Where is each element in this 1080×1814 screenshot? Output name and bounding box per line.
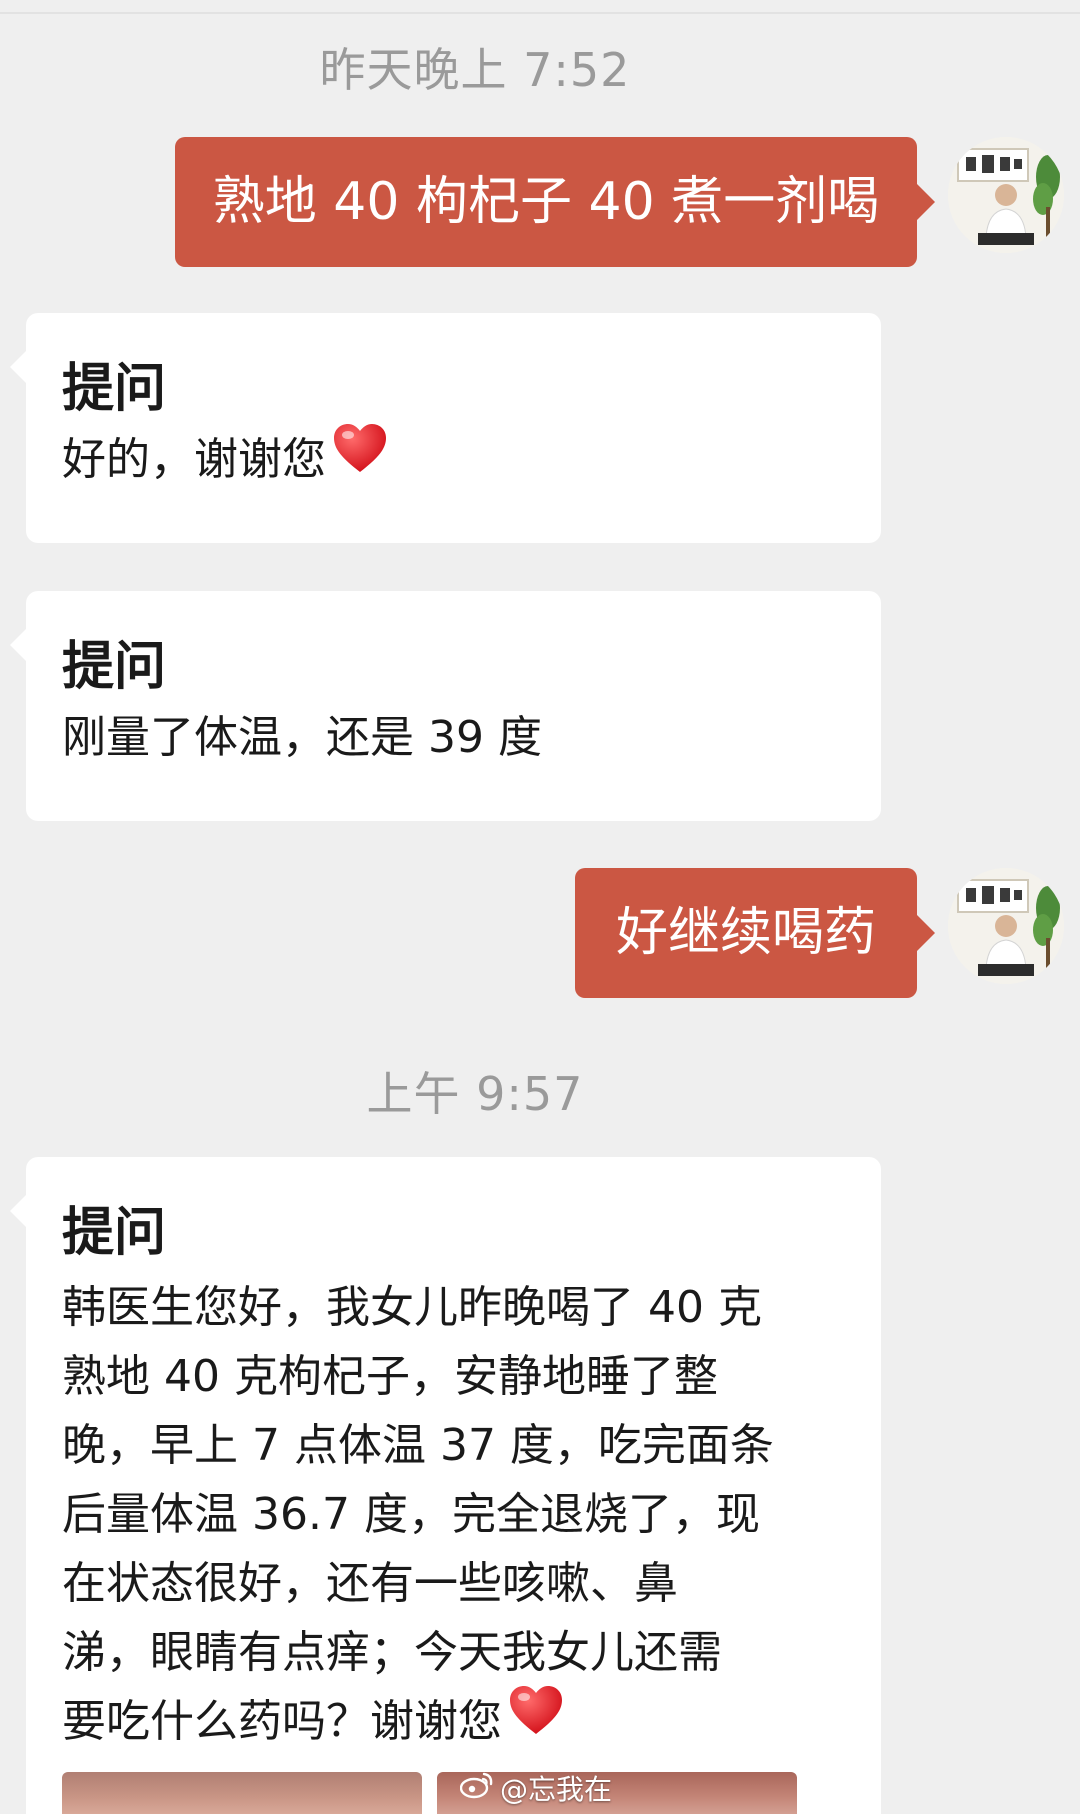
question-line: 要吃什么药吗？谢谢您 [62, 1696, 502, 1747]
question-title: 提问 [62, 637, 167, 697]
question-line: 熟地 40 克枸杞子，安静地睡了整 [62, 1351, 718, 1402]
question-line-last: 要吃什么药吗？谢谢您 [62, 1684, 841, 1756]
incoming-message-bubble[interactable]: 提问 好的，谢谢您 [10, 313, 881, 543]
timestamp: 昨天晚上 7:52 [319, 43, 631, 97]
question-line: 涕，眼睛有点痒；今天我女儿还需 [62, 1627, 722, 1678]
question-line: 在状态很好，还有一些咳嗽、鼻 [62, 1558, 678, 1609]
doctor-avatar[interactable] [948, 868, 1064, 984]
message-text: 好继续喝药 [615, 903, 876, 963]
heart-emoji-icon [332, 422, 388, 494]
weibo-icon [459, 1771, 494, 1806]
outgoing-message-bubble[interactable]: 好继续喝药 [575, 868, 935, 998]
question-line: 晚，早上 7 点体温 37 度，吃完面条 [62, 1420, 774, 1471]
question-line: 后量体温 36.7 度，完全退烧了，现 [62, 1489, 760, 1540]
incoming-message-bubble[interactable]: 提问 刚量了体温，还是 39 度 [10, 591, 881, 821]
timestamp: 上午 9:57 [366, 1067, 584, 1121]
incoming-message-bubble[interactable]: 提问 韩医生您好，我女儿昨晚喝了 40 克 熟地 40 克枸杞子，安静地睡了整 … [10, 1157, 881, 1814]
question-body: 韩医生您好，我女儿昨晚喝了 40 克 熟地 40 克枸杞子，安静地睡了整 晚，早… [62, 1273, 841, 1756]
attached-photo-thumbnail[interactable] [62, 1772, 422, 1814]
avatar-image [948, 868, 1064, 984]
doctor-avatar[interactable] [948, 137, 1064, 253]
top-divider [0, 12, 1080, 14]
watermark-text: @忘我在 [500, 1773, 613, 1806]
heart-emoji-icon [508, 1684, 564, 1756]
question-body: 好的，谢谢您 [62, 422, 841, 494]
message-text: 熟地 40 枸杞子 40 煮一剂喝 [212, 172, 880, 232]
question-text: 好的，谢谢您 [62, 434, 326, 485]
outgoing-message-bubble[interactable]: 熟地 40 枸杞子 40 煮一剂喝 [175, 137, 935, 267]
question-line: 韩医生您好，我女儿昨晚喝了 40 克 [62, 1282, 762, 1333]
question-title: 提问 [62, 359, 167, 419]
avatar-image [948, 137, 1064, 253]
question-title: 提问 [62, 1203, 167, 1263]
weibo-watermark: @忘我在 [459, 1768, 613, 1808]
question-text: 刚量了体温，还是 39 度 [62, 712, 542, 763]
